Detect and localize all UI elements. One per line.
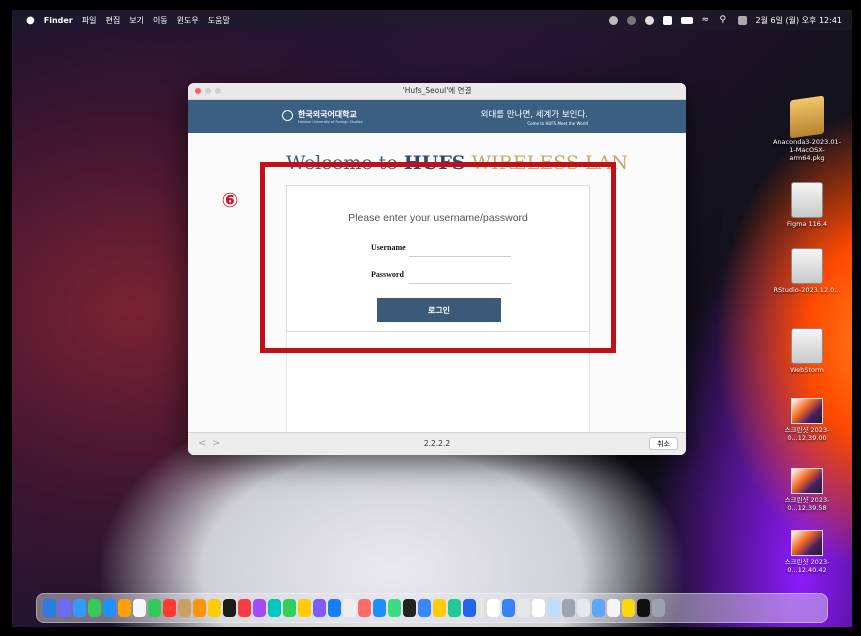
menu-app-finder[interactable]: Finder [44,16,73,25]
gateway-address: 2.2.2.2 [423,439,451,448]
menu-window[interactable]: 윈도우 [177,15,199,26]
dock-app-icon-2[interactable] [58,599,71,617]
dock-app-icon-27[interactable] [433,599,446,617]
menu-view[interactable]: 보기 [129,15,144,26]
dock [36,593,828,623]
university-slogan-sub: Come to HUFS Meet the World [527,121,588,126]
dock-app-icon-16[interactable] [268,599,281,617]
battery-icon[interactable] [680,16,693,24]
highlight-box [260,162,616,353]
search-icon[interactable]: ⚲ [720,15,729,25]
dock-separator [481,598,482,618]
disk-image-icon [791,328,823,364]
desktop-icon-screenshot-1[interactable]: 스크린샷 2023-0...12.39.00 [772,390,842,442]
dock-app-icon-20[interactable] [328,599,341,617]
screenshot-thumbnail-icon [791,468,823,494]
dock-app-icon-28[interactable] [448,599,461,617]
desktop-icon-webstorm[interactable]: WebStorm [772,328,842,374]
step-number: ⑥ [221,188,239,212]
disk-image-icon [791,182,823,218]
dock-app-icon-17[interactable] [283,599,296,617]
dock-app-icon-8[interactable] [148,599,161,617]
dock-app-icon-22[interactable] [358,599,371,617]
university-slogan: 외대를 만나면, 세계가 보인다. [480,110,588,120]
desktop-icon-screenshot-3[interactable]: 스크린샷 2023-0...12.40.42 [772,522,842,574]
cancel-button[interactable]: 취소 [649,437,678,450]
screenshot-thumbnail-icon [791,398,823,424]
window-title: 'Hufs_Seoul'에 연결 [402,86,472,95]
dock-app-icon-7[interactable] [133,599,146,617]
dock-app-icon-12[interactable] [208,599,221,617]
dock-app-icon-9[interactable] [163,599,176,617]
dock-app-icon-13[interactable] [223,599,236,617]
university-name: 한국외국어대학교 [298,110,357,119]
dock-app-icon-21[interactable] [343,599,356,617]
university-subtitle: Hankuk University of Foreign Studies [298,120,363,124]
dock-document-icon-2[interactable] [502,599,515,617]
dock-app-icon-15[interactable] [253,599,266,617]
control-center-icon[interactable] [737,15,747,25]
dock-app-icon-4[interactable] [88,599,101,617]
package-icon [790,95,824,139]
dock-document-icon-12[interactable] [652,599,665,617]
dock-document-icon-7[interactable] [577,599,590,617]
dock-document-icon-3[interactable] [517,599,530,617]
window-titlebar: 'Hufs_Seoul'에 연결 [188,83,686,100]
dock-document-icon-9[interactable] [607,599,620,617]
menu-edit[interactable]: 편집 [105,15,120,26]
disk-image-icon [791,248,823,284]
wifi-icon[interactable]: ≈ [702,15,711,25]
dock-document-icon-5[interactable] [547,599,560,617]
window-bottom-bar: < > 2.2.2.2 취소 [188,432,686,455]
record-icon[interactable] [644,15,654,25]
dock-documents [487,599,665,617]
dock-app-icon-26[interactable] [418,599,431,617]
status-dot-icon[interactable] [608,15,618,25]
dock-app-icon-19[interactable] [313,599,326,617]
dock-document-icon-11[interactable] [637,599,650,617]
university-banner: 한국외국어대학교 Hankuk University of Foreign St… [188,100,686,134]
menu-go[interactable]: 이동 [153,15,168,26]
dock-document-icon-1[interactable] [487,599,500,617]
dock-app-icon-23[interactable] [373,599,386,617]
desktop-icon-screenshot-2[interactable]: 스크린샷 2023-0...12.39.58 [772,460,842,512]
dock-app-icon-29[interactable] [463,599,476,617]
dock-app-icon-14[interactable] [238,599,251,617]
dock-app-icon-5[interactable] [103,599,116,617]
moon-icon[interactable] [626,15,636,25]
screenshot-thumbnail-icon [791,530,823,556]
dock-document-icon-6[interactable] [562,599,575,617]
dock-app-icon-24[interactable] [388,599,401,617]
university-logo-icon [282,110,293,121]
desktop: ● Finder 파일 편집 보기 이동 윈도우 도움말 ≈ ⚲ 2월 6일 (… [12,10,852,627]
menu-file[interactable]: 파일 [82,15,97,26]
dock-apps [43,599,476,617]
input-source-icon[interactable] [662,15,672,25]
menu-bar: ● Finder 파일 편집 보기 이동 윈도우 도움말 ≈ ⚲ 2월 6일 (… [12,10,852,30]
dock-app-icon-25[interactable] [403,599,416,617]
dock-app-icon-6[interactable] [118,599,131,617]
menu-clock[interactable]: 2월 6일 (월) 오후 12:41 [756,15,842,26]
dock-app-icon-1[interactable] [43,599,56,617]
apple-menu-icon[interactable]: ● [26,15,35,26]
desktop-icon-figma[interactable]: Figma 116.4 [772,182,842,228]
menu-help[interactable]: 도움말 [208,15,230,26]
dock-document-icon-4[interactable] [532,599,545,617]
dock-app-icon-3[interactable] [73,599,86,617]
dock-document-icon-10[interactable] [622,599,635,617]
dock-app-icon-18[interactable] [298,599,311,617]
desktop-icon-rstudio[interactable]: RStudio-2023.12.0... [772,248,842,294]
screenshot-frame: ● Finder 파일 편집 보기 이동 윈도우 도움말 ≈ ⚲ 2월 6일 (… [0,0,861,636]
dock-app-icon-11[interactable] [193,599,206,617]
dock-document-icon-8[interactable] [592,599,605,617]
dock-app-icon-10[interactable] [178,599,191,617]
desktop-icon-anaconda[interactable]: Anaconda3-2023.01-1-MacOSX-arm64.pkg [772,95,842,162]
